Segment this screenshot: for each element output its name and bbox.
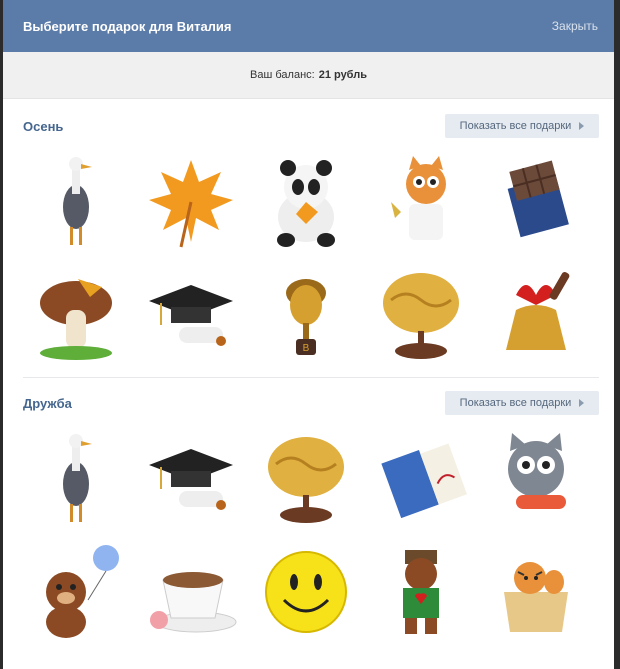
cat-maid-gift-icon[interactable] <box>368 149 473 254</box>
show-all-label: Показать все подарки <box>459 397 572 409</box>
gift-dialog: Выберите подарок для Виталия Закрыть Ваш… <box>3 0 614 669</box>
cat-fish-gift-icon[interactable] <box>483 426 588 531</box>
arrow-right-icon <box>579 399 585 407</box>
stork-gift-icon[interactable] <box>23 426 128 531</box>
record-book-gift-icon[interactable] <box>368 426 473 531</box>
section-title: Осень <box>23 118 64 134</box>
balance-label: Ваш баланс: <box>250 69 315 81</box>
golden-brain-gift-icon[interactable] <box>253 426 358 531</box>
panda-gift-icon[interactable] <box>253 149 358 254</box>
golden-acorn-gift-icon[interactable]: B <box>253 262 358 367</box>
mushroom-gift-icon[interactable] <box>23 262 128 367</box>
dialog-title: Выберите подарок для Виталия <box>23 18 232 34</box>
svg-text:B: B <box>302 343 309 354</box>
section-autumn: Осень Показать все подарки B <box>3 113 614 378</box>
show-all-button[interactable]: Показать все подарки <box>445 114 599 138</box>
section-title: Дружба <box>23 395 72 411</box>
arrow-right-icon <box>579 122 585 130</box>
smiley-gift-icon[interactable] <box>253 539 358 644</box>
graduation-cap-gift-icon[interactable] <box>138 262 243 367</box>
chocolate-book-gift-icon[interactable] <box>483 149 588 254</box>
coffee-cup-gift-icon[interactable] <box>138 539 243 644</box>
moscow-bear-gift-icon[interactable] <box>368 539 473 644</box>
bell-bow-gift-icon[interactable] <box>483 262 588 367</box>
balance-value: 21 рубль <box>318 69 367 81</box>
maple-leaf-gift-icon[interactable] <box>138 149 243 254</box>
bear-balloon-gift-icon[interactable] <box>23 539 128 644</box>
close-button[interactable]: Закрыть <box>552 19 598 33</box>
dialog-header: Выберите подарок для Виталия Закрыть <box>3 0 614 52</box>
section-friendship: Дружба Показать все подарки <box>3 390 614 644</box>
golden-brain-gift-icon[interactable] <box>368 262 473 367</box>
show-all-label: Показать все подарки <box>459 120 572 132</box>
section-divider <box>23 377 599 378</box>
balance-bar: Ваш баланс: 21 рубль <box>3 52 614 99</box>
stork-gift-icon[interactable] <box>23 149 128 254</box>
show-all-button[interactable]: Показать все подарки <box>445 391 599 415</box>
tiger-box-gift-icon[interactable] <box>483 539 588 644</box>
graduation-cap-gift-icon[interactable] <box>138 426 243 531</box>
